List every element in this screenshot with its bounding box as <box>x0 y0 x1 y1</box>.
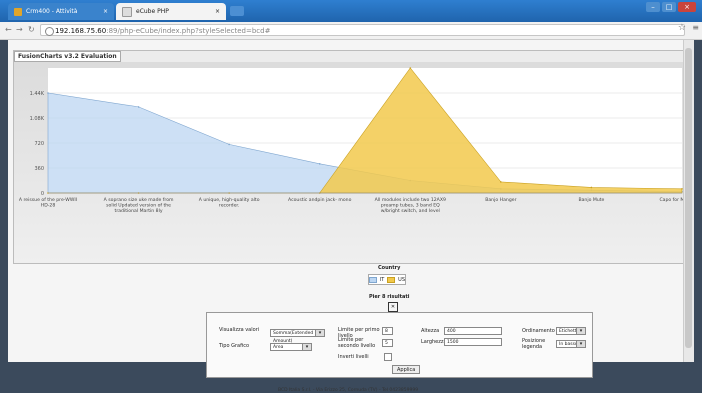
title-bar: Crm400 - Attività × eCube PHP × – □ × <box>0 0 702 22</box>
x-tick-label: A unique, high-quality alto recorder. <box>199 197 260 209</box>
data-point-us <box>590 186 593 189</box>
legend-swatch-us <box>387 276 396 283</box>
tab-ecube[interactable]: eCube PHP × <box>116 3 226 20</box>
minimize-button[interactable]: – <box>646 2 660 12</box>
close-icon[interactable]: × <box>103 8 108 15</box>
page-footer: BCD Italia S.r.l. - Via Erizzo 25, Cornu… <box>278 388 419 393</box>
forward-icon[interactable]: → <box>16 25 23 34</box>
maximize-button[interactable]: □ <box>662 2 676 12</box>
x-tick-label: Acoustic andpin jack- mono <box>288 197 352 203</box>
url-path: :89/php-eCube/index.php?styleSelected=bc… <box>106 27 271 35</box>
back-icon[interactable]: ← <box>5 25 12 34</box>
export-excel-icon[interactable]: ✕ <box>388 302 398 312</box>
data-point-it <box>318 163 321 165</box>
legend-title: Country <box>378 265 401 271</box>
legend-swatch-it <box>369 276 377 283</box>
y-tick-label: 360 <box>34 166 44 172</box>
tab-label: Crm400 - Attività <box>26 8 78 15</box>
ordinamento-select[interactable]: Etichette ▾ <box>556 327 586 335</box>
page-tab-icon <box>122 6 132 17</box>
tipo-grafico-value: Area <box>273 345 284 350</box>
vertical-scrollbar[interactable] <box>683 40 694 362</box>
visualizza-label: Visualizza valori <box>219 327 260 333</box>
chart-body: 0 360 720 1.08K 1.44K A reissue of the pre-WW… <box>14 62 702 263</box>
x-tick-label: All modules include two 12AX9 preamp tube… <box>375 197 446 214</box>
inverti-label: Inverti livelli <box>338 354 369 360</box>
y-tick-label: 1.08K <box>30 116 45 122</box>
visualizza-select[interactable]: Somma(Extended Amount) ▾ <box>270 329 325 344</box>
close-icon[interactable]: × <box>215 8 220 15</box>
chart-frame: FusionCharts v3.2 Evaluation 0 360 720 1.08… <box>13 50 702 264</box>
data-point-it <box>228 143 230 146</box>
new-tab-button[interactable] <box>230 6 244 16</box>
chart-options-form: Visualizza valori Somma(Extended Amount)… <box>206 312 593 378</box>
tipo-grafico-select[interactable]: Area ▾ <box>270 343 312 351</box>
close-window-button[interactable]: × <box>678 2 696 12</box>
chevron-down-icon: ▾ <box>576 341 585 347</box>
x-tick-label: Banjo Mute <box>578 197 604 203</box>
y-tick-label: 720 <box>34 141 44 147</box>
altezza-label: Altezza <box>421 328 440 334</box>
applica-button[interactable]: Applica <box>392 365 421 374</box>
area-chart: 0 360 720 1.08K 1.44K A reissue of the pre-WW… <box>19 67 702 214</box>
page-content: FusionCharts v3.2 Evaluation 0 360 720 1.08… <box>8 40 702 393</box>
chevron-down-icon: ▾ <box>315 330 324 336</box>
posizione-select[interactable]: In basso ▾ <box>556 340 586 348</box>
tab-crm400[interactable]: Crm400 - Attività × <box>8 3 114 20</box>
x-tick-label: A reissue of the pre-WWII HD-28 <box>19 197 77 209</box>
settings-wrench-icon[interactable]: ≡ <box>692 23 699 32</box>
chart-legend: IT US <box>368 274 406 285</box>
tab-label: eCube PHP <box>136 8 169 15</box>
chevron-down-icon: ▾ <box>302 344 311 350</box>
results-subtitle: Pier 8 risultati <box>369 294 410 300</box>
posizione-value: In basso <box>559 342 578 347</box>
data-point-it <box>137 106 140 108</box>
crm-tab-icon <box>14 7 22 16</box>
tipo-grafico-label: Tipo Grafico <box>219 343 250 349</box>
larghezza-label: Larghezza <box>421 339 447 345</box>
legend-label-it: IT <box>379 276 385 283</box>
url-input[interactable]: 192.168.75.60:89/php-eCube/index.php?sty… <box>40 24 685 36</box>
bookmark-star-icon[interactable]: ☆ <box>678 23 686 33</box>
y-tick-label: 0 <box>41 191 44 197</box>
data-point-it <box>47 92 49 94</box>
x-tick-label: Capo for Man Banjo <box>659 197 684 203</box>
chart-title: FusionCharts v3.2 Evaluation <box>14 51 121 62</box>
address-bar: ← → ↻ 192.168.75.60:89/php-eCube/index.p… <box>0 22 702 40</box>
inverti-checkbox[interactable] <box>384 353 392 361</box>
posizione-label: Posizione legenda <box>522 338 546 350</box>
x-tick-label: A soprano size uke made from solid Update… <box>104 197 174 214</box>
y-tick-label: 1.44K <box>30 91 45 97</box>
larghezza-input[interactable]: 1500 <box>444 338 502 346</box>
chevron-down-icon: ▾ <box>576 328 585 334</box>
legend-label-us: US <box>398 276 405 283</box>
limite-primo-input[interactable]: 8 <box>382 327 393 335</box>
altezza-input[interactable]: 400 <box>444 327 502 335</box>
data-point-us <box>409 67 412 69</box>
x-tick-label: Banjo Hanger <box>485 197 516 203</box>
limite-secondo-input[interactable]: 5 <box>382 339 393 347</box>
page-info-icon[interactable] <box>45 27 54 36</box>
scrollbar-thumb[interactable] <box>685 48 692 348</box>
data-point-us <box>500 181 502 183</box>
reload-icon[interactable]: ↻ <box>28 25 35 34</box>
limite-secondo-label: Limite per secondo livello <box>338 337 376 349</box>
url-host: 192.168.75.60 <box>55 27 107 35</box>
